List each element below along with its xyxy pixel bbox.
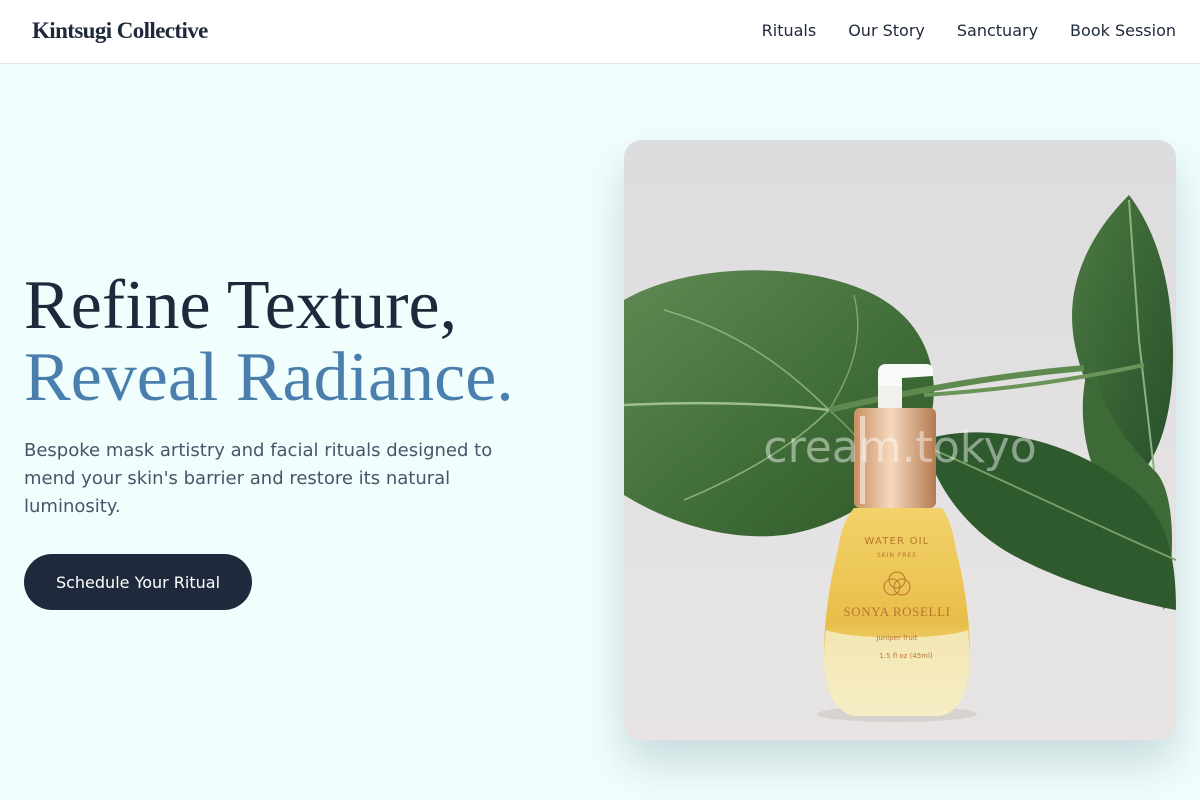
bottle-label-line-3: juniper fruit	[875, 634, 917, 642]
brand-logo[interactable]: Kintsugi Collective	[32, 18, 208, 44]
main-nav: Rituals Our Story Sanctuary Book Session	[762, 20, 1176, 42]
product-photo-illustration: WATER OIL SKIN FREE SONYA ROSELLI junipe…	[624, 140, 1176, 740]
nav-item-sanctuary[interactable]: Sanctuary	[957, 20, 1038, 42]
bottle-label-line-1: WATER OIL	[864, 536, 929, 547]
bottle-brand: SONYA ROSELLI	[843, 604, 950, 619]
nav-item-rituals[interactable]: Rituals	[762, 20, 817, 42]
hero-title-line-1: Refine Texture,	[24, 267, 458, 344]
hero-subtitle: Bespoke mask artistry and facial rituals…	[24, 440, 493, 517]
product-photo: WATER OIL SKIN FREE SONYA ROSELLI junipe…	[624, 140, 1176, 740]
hero-title-line-2: Reveal Radiance.	[24, 339, 514, 416]
bottle-volume: 1.5 fl oz (45ml)	[879, 652, 933, 660]
hero-title: Refine Texture, Reveal Radiance.	[24, 270, 514, 414]
bottle-label-line-2: SKIN FREE	[877, 552, 917, 559]
top-navigation-bar: Kintsugi Collective Rituals Our Story Sa…	[0, 0, 1200, 64]
photo-watermark: cream.tokyo	[763, 422, 1036, 473]
nav-item-book-session[interactable]: Book Session	[1070, 20, 1176, 42]
nav-item-our-story[interactable]: Our Story	[848, 20, 925, 42]
schedule-ritual-button[interactable]: Schedule Your Ritual	[24, 554, 252, 610]
